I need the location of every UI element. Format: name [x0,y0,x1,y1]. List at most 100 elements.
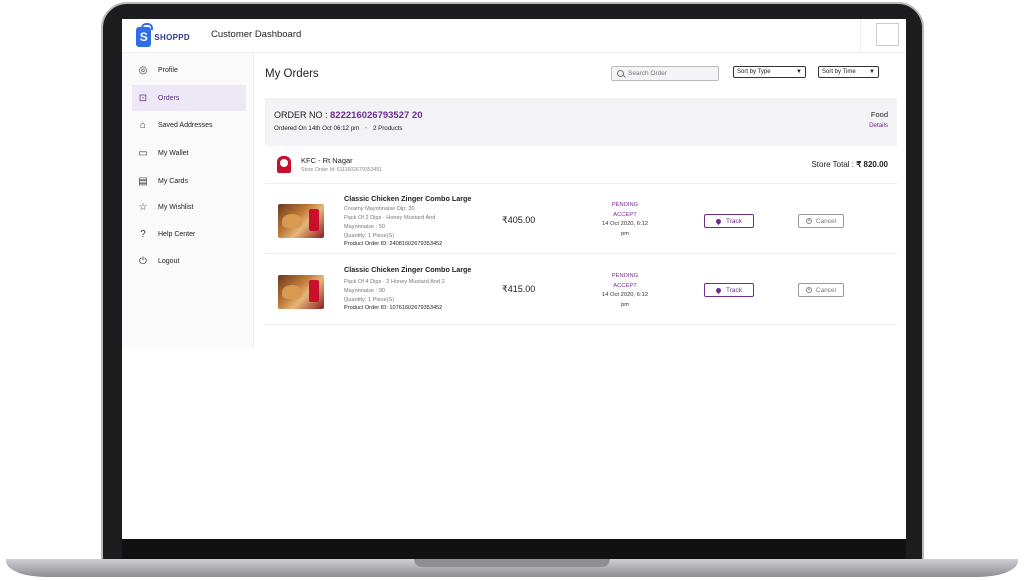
sidebar-item-wishlist[interactable]: ☆ My Wishlist [132,194,246,220]
order-details-link[interactable]: Details [869,122,888,129]
item-desc-line: Pack Of 4 Dips - 2 Honey Mustard And 2 [344,279,445,285]
chevron-down-icon: ▼ [796,69,802,75]
order-number-label: ORDER NO : [274,110,331,120]
page-header-title: Customer Dashboard [211,29,302,40]
status-date: pm [620,301,630,308]
cancel-button[interactable]: ✕ Cancel [798,214,844,228]
screen-bottom-bar [122,539,906,559]
close-circle-icon: ✕ [805,286,812,293]
sidebar-item-wallet[interactable]: ▭ My Wallet [132,140,246,166]
close-circle-icon: ✕ [805,217,812,224]
location-pin-icon [714,286,723,294]
status-date: 14 Oct 2020, 6:12 [601,292,649,298]
card-icon: ▤ [138,175,148,187]
sidebar-item-saved-addresses[interactable]: ⌂ Saved Addresses [132,112,246,138]
logo[interactable]: S SHOPPD [136,23,190,48]
status-line: ACCEPT [613,211,637,218]
sidebar-item-profile[interactable]: ◎ Profile [132,57,246,83]
track-button[interactable]: Track [704,214,754,228]
sort-by-type-select[interactable]: Sort by Type ▼ [733,66,806,78]
order-item-row: Classic Chicken Zinger Combo Large Cream… [265,184,897,254]
sort-time-label: Sort by Time [822,69,856,75]
order-number-value: 822216026793527 20 [330,110,423,121]
status-date: 14 Oct 2020, 6:12 [601,221,649,227]
item-price: ₹415.00 [502,284,536,294]
status-date: pm [620,230,630,237]
search-box[interactable] [611,66,719,81]
item-status: PENDING ACCEPT 14 Oct 2020, 6:12 pm [595,272,655,310]
item-price: ₹405.00 [502,215,536,225]
sidebar-item-label: Help Center [158,230,196,238]
sidebar-item-orders[interactable]: ⊡ Orders [132,85,246,111]
food-image [278,275,324,309]
cancel-button[interactable]: ✕ Cancel [798,283,844,297]
item-desc-line: Mayonnaise : 90 [344,288,386,294]
sidebar-item-label: My Cards [158,177,188,185]
store-total: Store Total : ₹ 820.00 [811,160,888,169]
order-type: Food [870,110,888,119]
product-order-id: Product Order ID: 10761602679353452 [344,305,443,311]
order-product-count: 2 Products [372,125,403,132]
order-meta: Ordered On 14th Oct 06:12 pm • 2 Product… [274,125,403,132]
status-line: PENDING [611,273,639,279]
user-circle-icon: ◎ [138,64,148,76]
item-desc-line: Quantity: 1 Piece(S) [344,297,395,303]
home-icon: ⌂ [139,119,147,131]
sidebar-item-label: Profile [158,66,178,74]
track-label: Track [725,217,742,225]
help-icon: ? [140,228,146,240]
logo-text: SHOPPD [154,32,190,42]
sidebar-item-label: My Wallet [158,149,189,157]
item-desc-line: Mayonnaise : 50 [344,224,386,230]
order-number: ORDER NO : 822216026793527 20 [274,110,422,121]
sort-type-label: Sort by Type [737,69,771,75]
location-pin-icon [714,217,723,225]
sidebar-item-label: Saved Addresses [158,121,213,129]
sidebar-item-label: Logout [158,257,180,265]
avatar[interactable] [876,23,899,46]
order-header: ORDER NO : 822216026793527 20 Ordered On… [265,98,897,146]
store-order-id: Store Order Id: 6111602679353451 [301,167,383,173]
item-description: Creamy Mayonnaise Dip: 30 Pack Of 2 Dips… [344,205,484,241]
chevron-down-icon: ▼ [869,69,875,75]
sidebar-item-label: My Wishlist [158,203,194,211]
header: S SHOPPD Customer Dashboard [122,19,906,53]
track-button[interactable]: Track [704,283,754,297]
store-total-value: ₹ 820.00 [856,160,888,169]
sidebar-item-label: Orders [158,94,180,102]
item-name: Classic Chicken Zinger Combo Large [344,265,472,274]
cancel-label: Cancel [815,217,837,225]
sidebar-item-help[interactable]: ? Help Center [132,221,246,247]
store-name: KFC - Rt Nagar [301,156,353,165]
item-status: PENDING ACCEPT 14 Oct 2020, 6:12 pm [595,201,655,239]
sort-by-time-select[interactable]: Sort by Time ▼ [818,66,879,78]
sidebar-item-logout[interactable]: ⏻ Logout [132,248,246,274]
meta-separator: • [365,125,368,132]
logo-letter: S [139,30,148,44]
order-item-row: Classic Chicken Zinger Combo Large Pack … [265,255,897,325]
item-desc-line: Creamy Mayonnaise Dip: 30 [344,206,415,212]
wallet-icon: ▭ [138,147,148,159]
bag-icon: ⊡ [138,92,148,104]
status-line: PENDING [611,202,639,208]
food-image [278,204,324,238]
cancel-label: Cancel [815,286,837,294]
search-icon [617,70,624,77]
shopping-bag-icon: S [136,23,154,47]
app-screen: S SHOPPD Customer Dashboard ◎ Profile ⊡ … [122,19,906,539]
store-row: KFC - Rt Nagar Store Order Id: 611160267… [265,146,897,184]
sidebar-item-cards[interactable]: ▤ My Cards [132,168,246,194]
star-icon: ☆ [138,201,148,213]
item-description: Pack Of 4 Dips - 2 Honey Mustard And 2 M… [344,278,484,305]
item-desc-line: Pack Of 2 Dips - Honey Mustard And [344,215,436,221]
sidebar: ◎ Profile ⊡ Orders ⌂ Saved Addresses ▭ M… [122,53,254,348]
header-divider [860,19,861,53]
item-name: Classic Chicken Zinger Combo Large [344,194,472,203]
store-total-label: Store Total : [811,160,857,169]
item-desc-line: Quantity: 1 Piece(S) [344,233,395,239]
status-line: ACCEPT [613,282,637,289]
order-date: Ordered On 14th Oct 06:12 pm [274,125,360,132]
power-icon: ⏻ [139,255,147,267]
search-input[interactable] [628,70,716,77]
kfc-logo-icon [274,154,294,174]
